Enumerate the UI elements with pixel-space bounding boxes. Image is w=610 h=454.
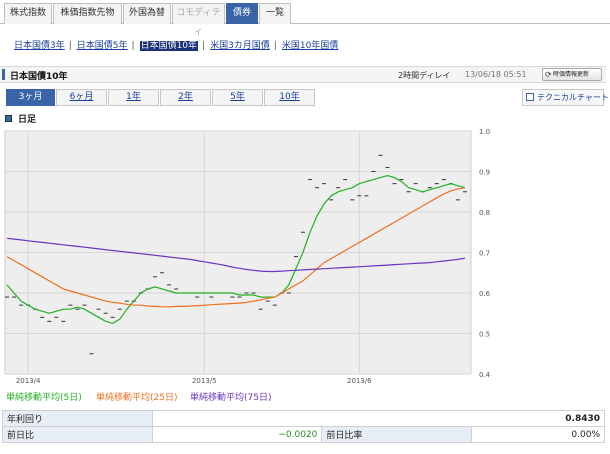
page-title: 日本国債10年 (10, 72, 68, 82)
period-tab-5y[interactable]: 5年 (212, 89, 263, 106)
period-tab-6m[interactable]: 6ヶ月 (56, 89, 107, 106)
stats-table: 年利回り 0.8430 前日比 −0.0020 前日比率 0.00% (2, 410, 605, 443)
link-jgb-3y[interactable]: 日本国債3年 (14, 41, 65, 51)
yield-value: 0.8430 (152, 410, 605, 427)
y-tick-label: 1.0 (479, 128, 490, 136)
technical-chart-button[interactable]: テクニカルチャート (522, 89, 609, 106)
separator: | (273, 41, 277, 51)
stats-row-yield: 年利回り 0.8430 (2, 410, 605, 427)
y-tick-label: 0.5 (479, 331, 490, 339)
change-pct-label: 前日比率 (321, 426, 473, 443)
legend-sma75: 単純移動平均(75日) (190, 393, 272, 403)
link-ust-10y[interactable]: 米国10年国債 (282, 41, 338, 51)
stats-row-change: 前日比 −0.0020 前日比率 0.00% (2, 426, 605, 443)
period-tab-2y[interactable]: 2年 (160, 89, 211, 106)
tab-stock-index[interactable]: 株式指数 (4, 3, 52, 24)
legend-sma5: 単純移動平均(5日) (6, 393, 82, 403)
change-value: −0.0020 (151, 426, 323, 443)
separator: | (131, 41, 135, 51)
chart-window-icon (526, 93, 534, 101)
bond-link-bar: 日本国債3年 | 日本国債5年 | 日本国債10年 | 米国3カ月国債 | 米国10年国債 (14, 40, 338, 52)
refresh-label: 時価情報更新 (553, 71, 590, 78)
separator: | (68, 41, 72, 51)
change-label: 前日比 (2, 426, 153, 443)
x-tick-label: 2013/5 (192, 377, 217, 385)
section-square-icon (5, 115, 12, 122)
refresh-icon: ⟳ (545, 70, 552, 79)
refresh-button[interactable]: ⟳ 時価情報更新 (542, 68, 602, 81)
instrument-title-bar: 日本国債10年 2時間ディレイ 13/06/18 05:51 ⟳ 時価情報更新 (0, 66, 606, 83)
category-tab-bar: 株式指数 株価指数先物 外国為替 コモディティ 債券 一覧 (0, 0, 610, 37)
period-tab-10y[interactable]: 10年 (264, 89, 315, 106)
legend-sma25: 単純移動平均(25日) (96, 393, 178, 403)
x-tick-label: 2013/6 (347, 377, 372, 385)
period-tab-1y[interactable]: 1年 (108, 89, 159, 106)
period-tab-3m[interactable]: 3ヶ月 (6, 89, 55, 106)
timestamp: 13/06/18 05:51 (465, 70, 527, 79)
daily-chart: 0.4 0.5 0.6 0.7 0.8 0.9 1.0 2013/4 2013/5 2013/6 (4, 128, 491, 385)
link-ust-3m[interactable]: 米国3カ月国債 (210, 41, 270, 51)
tab-index-futures[interactable]: 株価指数先物 (53, 3, 122, 24)
tab-commodity: コモディティ (172, 3, 225, 37)
link-jgb-5y[interactable]: 日本国債5年 (77, 41, 128, 51)
x-tick-label: 2013/4 (16, 377, 41, 385)
y-tick-label: 0.9 (479, 169, 490, 177)
chart-section-label: 日足 (18, 115, 37, 125)
technical-chart-label: テクニカルチャート (537, 93, 609, 102)
link-jgb-10y[interactable]: 日本国債10年 (139, 41, 199, 51)
tab-bonds[interactable]: 債券 (226, 3, 258, 24)
delay-notice: 2時間ディレイ (398, 71, 451, 80)
y-tick-label: 0.6 (479, 290, 491, 298)
change-pct-value: 0.00% (471, 426, 605, 443)
tab-list[interactable]: 一覧 (259, 3, 291, 24)
tab-forex[interactable]: 外国為替 (123, 3, 171, 24)
separator: | (202, 41, 206, 51)
y-tick-label: 0.7 (479, 250, 490, 258)
y-tick-label: 0.8 (479, 209, 490, 217)
y-tick-label: 0.4 (479, 371, 491, 379)
yield-label: 年利回り (2, 410, 153, 427)
title-accent (2, 69, 5, 80)
